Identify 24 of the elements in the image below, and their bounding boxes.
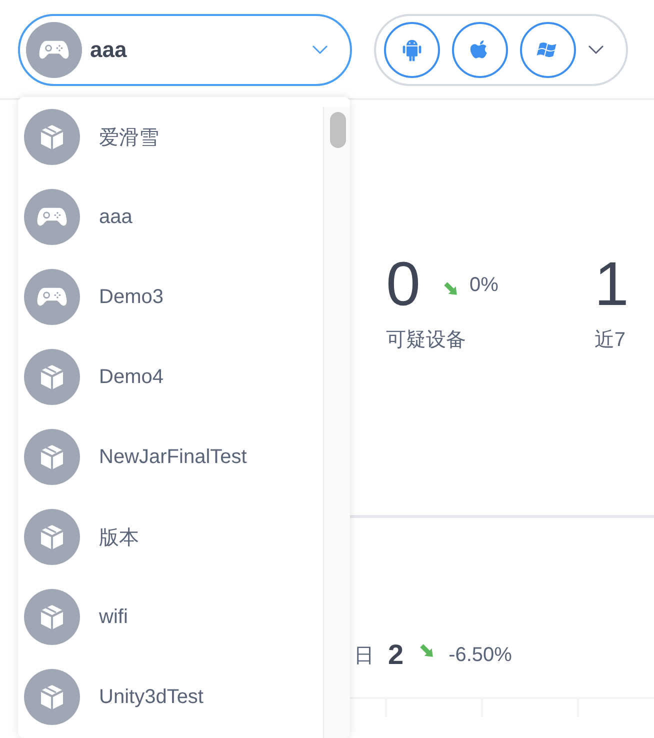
- app-option[interactable]: Unity3dTest: [18, 657, 323, 737]
- app-option[interactable]: aaa: [18, 177, 323, 257]
- today-value: 2: [388, 639, 404, 671]
- app-select[interactable]: aaa: [18, 14, 352, 86]
- scrollbar[interactable]: [323, 107, 350, 738]
- app-option[interactable]: Demo3: [18, 257, 323, 337]
- stat-value: 0: [386, 250, 420, 320]
- gamepad-avatar-icon: [26, 22, 82, 78]
- chevron-down-icon: [312, 45, 328, 55]
- app-option[interactable]: NewJarFinalTest: [18, 417, 323, 497]
- stat-label: 可疑设备: [386, 328, 467, 353]
- stat-label: 近7: [594, 328, 627, 353]
- selected-app-name: aaa: [90, 37, 128, 63]
- app-option[interactable]: 爱滑雪: [18, 97, 323, 177]
- android-button[interactable]: [384, 22, 440, 78]
- app-option[interactable]: wifi: [18, 577, 323, 657]
- app-option[interactable]: Demo4: [18, 337, 323, 417]
- stat-change: 0%: [469, 274, 498, 296]
- today-label: 日: [354, 644, 374, 668]
- chevron-down-icon[interactable]: [588, 45, 604, 55]
- stat-value: 1: [594, 250, 629, 320]
- app-option[interactable]: 版本: [18, 497, 323, 577]
- today-change: -6.50%: [448, 644, 512, 666]
- android-icon: [401, 38, 423, 62]
